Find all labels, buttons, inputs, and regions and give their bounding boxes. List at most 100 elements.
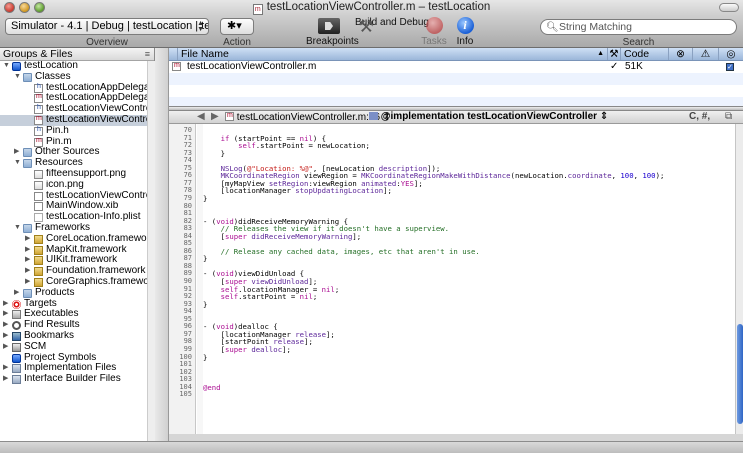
gear-icon: ✱▾ (227, 20, 242, 32)
sidebar-item[interactable]: ▼ Resources (0, 158, 154, 169)
detail-file-list: File Name ▲ ⚒ Code ⊗ ⚠ ◎ testLocationView… (169, 48, 743, 112)
sidebar-item[interactable]: ▶ Interface Builder Files (0, 374, 154, 385)
sidebar-menu-icon[interactable]: ≡ (145, 48, 150, 60)
sidebar-item[interactable]: testLocation-Info.plist (0, 212, 154, 223)
info-label: Info (456, 36, 474, 47)
sidebar-item[interactable]: MainWindow.xib (0, 201, 154, 212)
sidebar-item[interactable]: ▶ Foundation.framework (0, 266, 154, 277)
code-line[interactable]: [locationManager stopUpdatingLocation]; (203, 187, 392, 195)
sidebar-item[interactable]: ▼ testLocation (0, 61, 154, 72)
sidebar-item[interactable]: ▼ Frameworks (0, 223, 154, 234)
sidebar-item[interactable]: ▶ SCM (0, 342, 154, 353)
disclosure-open-icon[interactable]: ▼ (14, 223, 21, 234)
sidebar-item[interactable]: fifteensupport.png (0, 169, 154, 180)
split-editor-icon[interactable]: ⧉ (725, 111, 732, 123)
sidebar-item[interactable]: ▶ CoreGraphics.framework (0, 277, 154, 288)
disclosure-closed-icon[interactable]: ▶ (3, 342, 8, 353)
sidebar-item[interactable]: ▶ Find Results (0, 320, 154, 331)
disclosure-closed-icon[interactable]: ▶ (25, 245, 30, 256)
sidebar-item[interactable]: ▼ Classes (0, 72, 154, 83)
code-line[interactable]: [super didReceiveMemoryWarning]; (203, 232, 362, 241)
file-type-column[interactable] (169, 48, 178, 60)
symbol-popup[interactable]: @implementation testLocationViewControll… (369, 111, 608, 123)
disclosure-closed-icon[interactable]: ▶ (14, 147, 19, 158)
sidebar-item[interactable]: ▶ Implementation Files (0, 363, 154, 374)
find-icon (12, 321, 21, 331)
disclosure-closed-icon[interactable]: ▶ (25, 277, 30, 288)
sidebar-item[interactable]: ▶ Bookmarks (0, 331, 154, 342)
target-icon (12, 299, 21, 309)
code-line[interactable]: } (203, 149, 225, 158)
target-checkbox[interactable]: ✓ (726, 63, 734, 71)
build-and-debug-button[interactable]: ⚒ Build and Debug (355, 16, 429, 36)
back-arrow-icon[interactable]: ◀ (197, 111, 205, 123)
warnings-column[interactable]: ⚠ (693, 48, 719, 60)
sidebar-item[interactable]: testLocationViewController.h (0, 104, 154, 115)
class-include-menus[interactable]: C, #, (689, 111, 710, 123)
disclosure-closed-icon[interactable]: ▶ (25, 234, 30, 245)
line-number-gutter[interactable]: 70 71 72 73 74 75 76 77 78 79 80 81 82 83 84 85 86 87 88 89… (169, 124, 196, 434)
tasks-button[interactable]: Tasks (419, 16, 449, 47)
split-view-handle[interactable] (155, 48, 169, 441)
disclosure-closed-icon[interactable]: ▶ (3, 299, 8, 310)
sidebar-item[interactable]: ▶ Targets (0, 299, 154, 310)
disclosure-open-icon[interactable]: ▼ (14, 72, 21, 83)
info-button[interactable]: i Info (452, 16, 478, 47)
sidebar-item-label: Pin.m (46, 136, 72, 147)
sidebar-item[interactable]: Pin.h (0, 126, 154, 137)
disclosure-open-icon[interactable]: ▼ (3, 61, 10, 72)
file-history-popup[interactable]: testLocationViewController.m:16 ⇕ (225, 110, 391, 124)
sidebar-item[interactable]: Pin.m (0, 137, 154, 148)
search-input[interactable]: 🔍︎ String Matching (540, 19, 737, 35)
code-line[interactable]: [super dealloc]; (203, 346, 291, 354)
code-line[interactable]: self.startPoint = newLocation; (203, 142, 370, 150)
toolbar-toggle-button[interactable] (719, 3, 739, 12)
sidebar-item[interactable]: ▶ Other Sources (0, 147, 154, 158)
sidebar-item[interactable]: testLocationAppDelegate.h (0, 83, 154, 94)
disclosure-closed-icon[interactable]: ▶ (25, 266, 30, 277)
editor-scroll-thumb[interactable] (737, 324, 743, 424)
editor-scrollbar[interactable] (735, 124, 743, 434)
disclosure-closed-icon[interactable]: ▶ (3, 363, 8, 374)
code-line[interactable]: } (203, 353, 207, 362)
disclosure-closed-icon[interactable]: ▶ (3, 331, 8, 342)
sidebar-item[interactable]: ▶ Executables (0, 309, 154, 320)
sidebar-item[interactable]: ▶ Products (0, 288, 154, 299)
code-token: super (224, 344, 247, 354)
code-column[interactable]: Code (621, 48, 669, 60)
code-line[interactable]: @end (203, 383, 221, 392)
sidebar-item[interactable]: testLocationViewController.m (0, 114, 154, 126)
code-text[interactable]: if (startPoint == nil) { self.startPoint… (203, 124, 735, 434)
breakpoints-button[interactable]: Breakpoints (306, 16, 359, 47)
disclosure-open-icon[interactable]: ▼ (14, 158, 21, 169)
disclosure-closed-icon[interactable]: ▶ (3, 320, 8, 331)
disclosure-closed-icon[interactable]: ▶ (14, 288, 19, 299)
sidebar-item-label: testLocationViewController.xib (46, 190, 154, 201)
code-editor[interactable]: 70 71 72 73 74 75 76 77 78 79 80 81 82 83 84 85 86 87 88 89… (169, 124, 743, 434)
target-column[interactable]: ◎ (719, 48, 743, 60)
table-row[interactable]: testLocationViewController.m ✓ 51K ✓ (169, 60, 743, 73)
sidebar-scrollbar[interactable] (147, 61, 155, 441)
sidebar-item[interactable]: testLocationAppDelegate.m (0, 93, 154, 104)
sidebar-item[interactable]: ▶ CoreLocation.framework (0, 234, 154, 245)
sidebar-item[interactable]: ▶ MapKit.framework (0, 245, 154, 256)
code-line[interactable]: } (203, 300, 207, 309)
disclosure-closed-icon[interactable]: ▶ (3, 374, 8, 385)
action-popup[interactable]: ✱▾ (220, 18, 254, 35)
code-line[interactable]: } (203, 255, 207, 263)
forward-arrow-icon[interactable]: ▶ (211, 111, 219, 123)
framework-icon (34, 234, 43, 244)
build-column[interactable]: ⚒ (608, 48, 621, 60)
disclosure-closed-icon[interactable]: ▶ (25, 255, 30, 266)
file-name-column[interactable]: File Name ▲ (178, 48, 608, 60)
errors-column[interactable]: ⊗ (669, 48, 693, 60)
code-line[interactable]: // Release any cached data, images, etc … (203, 248, 480, 256)
code-line[interactable]: self.startPoint = nil; (203, 293, 318, 301)
sidebar-item[interactable]: icon.png (0, 180, 154, 191)
sidebar-item[interactable]: testLocationViewController.xib (0, 191, 154, 202)
disclosure-closed-icon[interactable]: ▶ (3, 309, 8, 320)
code-line[interactable]: } (203, 195, 207, 203)
sidebar-item[interactable]: ▶ UIKit.framework (0, 255, 154, 266)
sidebar-item[interactable]: Project Symbols (0, 353, 154, 364)
overview-popup[interactable]: Simulator - 4.1 | Debug | testLocation |… (5, 18, 209, 35)
